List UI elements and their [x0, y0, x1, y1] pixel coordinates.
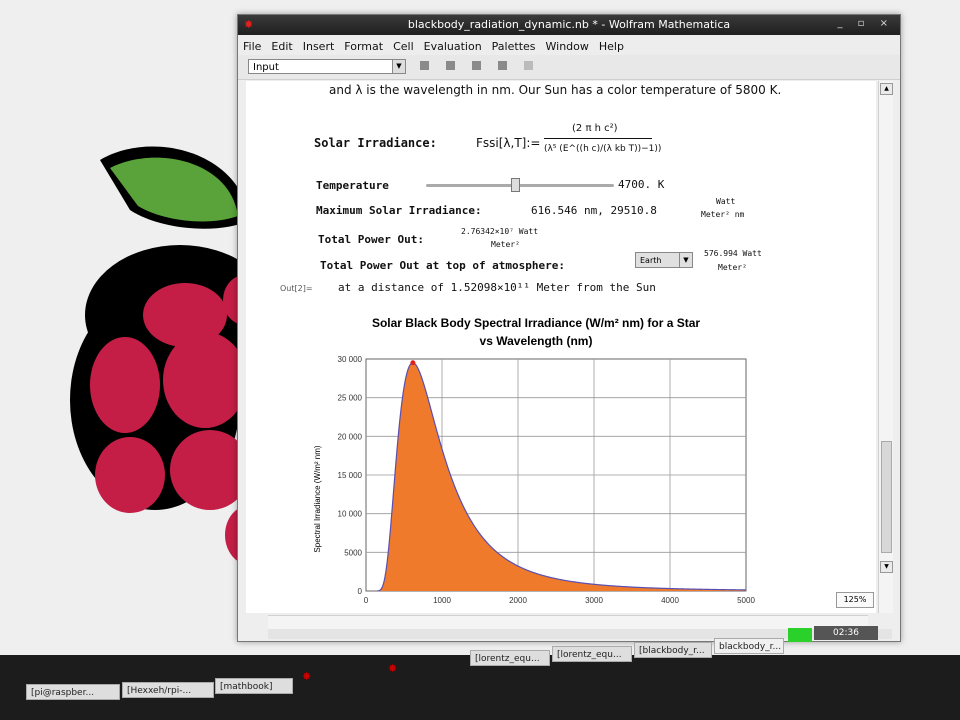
align-right-icon[interactable] [472, 61, 481, 70]
temperature-label: Temperature [316, 179, 389, 192]
plot-area: 0 5000 10 000 15 000 20 000 25 000 30 000 0 1000… [338, 355, 756, 605]
x-tick-label: 4000 [661, 596, 679, 605]
y-tick-label: 20 000 [338, 432, 363, 441]
fraction-bar [544, 138, 652, 139]
top-power-den: Meter² [718, 263, 747, 272]
menu-help[interactable]: Help [594, 37, 629, 53]
clock: 02:36 [814, 626, 878, 640]
menu-window[interactable]: Window [541, 37, 594, 53]
planet-value: Earth [640, 256, 662, 265]
max-irradiance-label: Maximum Solar Irradiance: [316, 204, 482, 217]
x-tick-label: 2000 [509, 596, 527, 605]
top-atmosphere-label: Total Power Out at top of atmosphere: [320, 259, 566, 272]
chart-title-line1: Solar Black Body Spectral Irradiance (W/… [372, 316, 700, 330]
mathematica-window[interactable]: ✸ blackbody_radiation_dynamic.nb * - Wol… [237, 14, 901, 642]
taskbar-item-mathbook[interactable]: [mathbook] [215, 678, 293, 694]
planet-select[interactable]: Earth ▼ [635, 252, 693, 268]
window-title: blackbody_radiation_dynamic.nb * - Wolfr… [407, 18, 731, 31]
formula-label: Solar Irradiance: [314, 136, 437, 150]
max-unit-den: Meter² nm [701, 210, 745, 219]
menu-palettes[interactable]: Palettes [487, 37, 541, 53]
y-tick-label: 5000 [344, 548, 362, 557]
y-tick-label: 10 000 [338, 510, 363, 519]
menu-file[interactable]: File [238, 37, 266, 53]
mathematica-icon[interactable]: ✸ [388, 662, 397, 675]
formula-lhs: Fssi[λ,T]:= [476, 136, 541, 150]
vertical-scrollbar[interactable]: ▲ ▼ [878, 81, 893, 613]
taskbar-item-blackbody-1[interactable]: [blackbody_r... [634, 642, 712, 658]
taskbar-item-lorentz-2[interactable]: [lorentz_equ... [552, 646, 632, 662]
notebook-area[interactable]: and λ is the wavelength in nm. Our Sun h… [246, 81, 876, 613]
chevron-down-icon[interactable]: ▼ [679, 253, 692, 267]
max-irradiance-value: 616.546 nm, 29510.8 [531, 204, 657, 217]
menu-cell[interactable]: Cell [388, 37, 419, 53]
zoom-indicator[interactable]: 125% [836, 592, 874, 608]
chart-title-line2: vs Wavelength (nm) [480, 334, 593, 348]
taskbar-item-browser[interactable]: [Hexxeh/rpi-... [122, 682, 214, 698]
title-bar[interactable]: ✸ blackbody_radiation_dynamic.nb * - Wol… [238, 15, 900, 35]
peak-marker [410, 360, 416, 366]
menu-bar: File Edit Insert Format Cell Evaluation Palett… [238, 35, 900, 55]
out-label: Out[2]= [280, 284, 313, 293]
y-tick-label: 0 [358, 587, 363, 596]
toolbar: Input ▼ [238, 55, 900, 80]
taskbar-item-blackbody-2[interactable]: blackbody_r... [714, 638, 784, 654]
align-justify-icon[interactable] [498, 61, 507, 70]
horizontal-scrollbar[interactable] [268, 615, 868, 630]
intro-text: and λ is the wavelength in nm. Our Sun h… [329, 83, 782, 97]
scroll-down-icon[interactable]: ▼ [880, 561, 893, 573]
taskbar-item-lorentz-1[interactable]: [lorentz_equ... [470, 650, 550, 666]
x-tick-label: 3000 [585, 596, 603, 605]
total-power-num: 2.76342×10⁷ Watt [461, 227, 539, 236]
window-controls[interactable]: _ ▫ × [837, 18, 894, 29]
chevron-down-icon[interactable]: ▼ [392, 60, 405, 73]
y-tick-label: 25 000 [338, 394, 363, 403]
menu-edit[interactable]: Edit [266, 37, 297, 53]
irradiance-chart: Solar Black Body Spectral Irradiance (W/… [313, 316, 756, 605]
y-tick-label: 30 000 [338, 355, 363, 364]
top-power-num: 576.994 Watt [704, 249, 762, 258]
cell-style-select[interactable]: Input ▼ [248, 59, 406, 74]
cpu-monitor [788, 628, 812, 642]
max-unit-num: Watt [716, 197, 736, 206]
y-tick-label: 15 000 [338, 471, 363, 480]
cell-style-value: Input [253, 62, 279, 73]
temperature-value: 4700. K [618, 178, 665, 191]
align-left-icon[interactable] [420, 61, 429, 70]
y-axis-label: Spectral Irradiance (W/m² nm) [313, 445, 322, 552]
x-tick-label: 1000 [433, 596, 451, 605]
mathematica-icon[interactable]: ✸ [302, 670, 311, 683]
taskbar: [pi@raspber... [Hexxeh/rpi-... [mathbook… [0, 626, 960, 720]
total-power-label: Total Power Out: [318, 233, 424, 246]
scroll-up-icon[interactable]: ▲ [880, 83, 893, 95]
taskbar-item-terminal[interactable]: [pi@raspber... [26, 684, 120, 700]
x-tick-label: 5000 [737, 596, 755, 605]
menu-insert[interactable]: Insert [298, 37, 340, 53]
formula-numerator: (2 π h c²) [572, 123, 618, 134]
distance-text: at a distance of 1.52098×10¹¹ Meter from… [338, 281, 656, 294]
bracket-icon[interactable] [524, 61, 533, 70]
formula-denominator: (λ⁵ (E^((h c)/(λ kb T))−1)) [544, 144, 662, 154]
align-center-icon[interactable] [446, 61, 455, 70]
total-power-den: Meter² [491, 240, 520, 249]
x-tick-label: 0 [364, 596, 369, 605]
scroll-thumb[interactable] [881, 441, 892, 553]
menu-format[interactable]: Format [339, 37, 388, 53]
slider-thumb[interactable] [511, 178, 521, 192]
menu-evaluation[interactable]: Evaluation [419, 37, 487, 53]
